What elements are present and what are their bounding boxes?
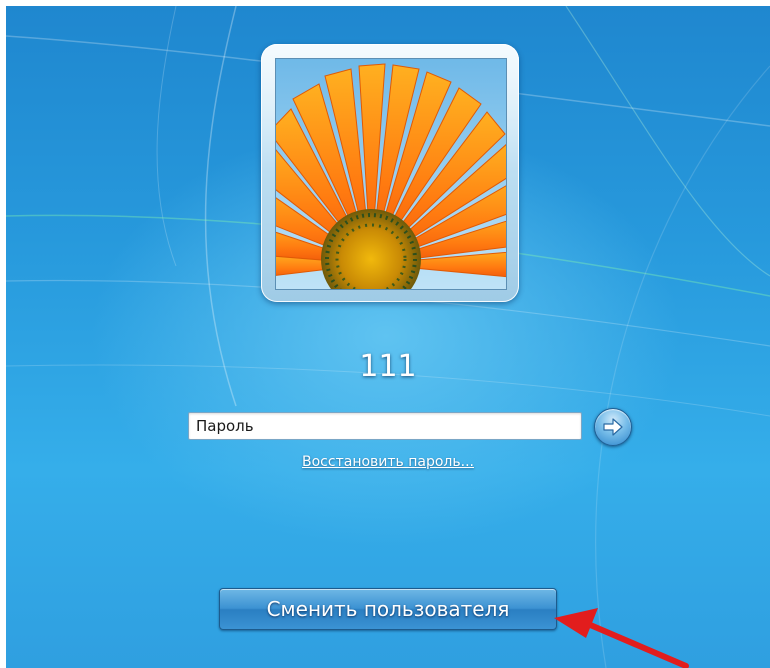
reset-password-link[interactable]: Восстановить пароль...: [6, 454, 770, 470]
logon-screen: 111 Восстановить пароль... Сменить польз…: [6, 6, 770, 668]
user-tile[interactable]: [261, 44, 519, 302]
password-input[interactable]: [188, 412, 582, 440]
avatar: [275, 58, 507, 290]
flower-picture: [276, 59, 506, 289]
submit-button[interactable]: [594, 408, 632, 446]
user-name: 111: [359, 349, 417, 384]
arrow-right-icon: [603, 418, 623, 436]
switch-user-button[interactable]: Сменить пользователя: [219, 588, 557, 630]
